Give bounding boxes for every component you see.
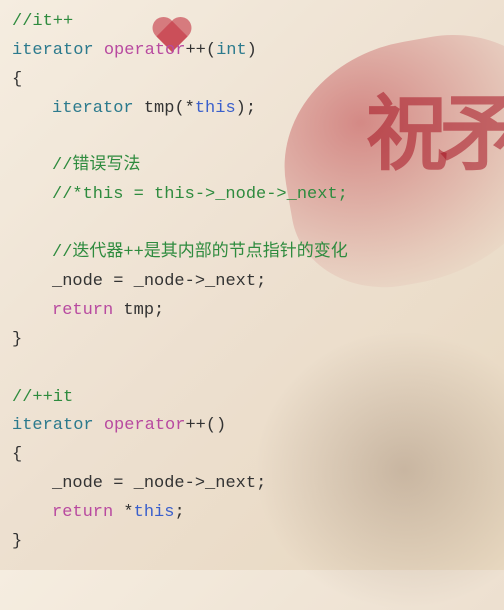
code-token: ; [154,301,164,320]
code-line[interactable]: //++it [12,384,492,413]
code-token: { [12,70,22,89]
code-token [94,416,104,435]
code-token: _node [134,272,185,291]
code-token: * [123,503,133,522]
code-token: = [113,474,123,493]
code-line[interactable]: //错误写法 [12,152,492,181]
code-token: ) [236,99,246,118]
code-token: return [52,301,113,320]
code-token: ) [247,41,257,60]
code-token [94,41,104,60]
code-token: -> [185,474,205,493]
code-line[interactable]: iterator operator++() [12,412,492,441]
code-line[interactable]: _node = _node->_next; [12,268,492,297]
code-token: int [216,41,247,60]
code-token: this [134,503,175,522]
code-token: //错误写法 [52,156,140,175]
code-token: //迭代器++是其内部的节点指针的变化 [52,243,348,262]
code-editor[interactable]: //it++iterator operator++(int){iterator … [12,8,492,557]
code-token: _node [134,474,185,493]
code-line[interactable]: return *this; [12,499,492,528]
code-line[interactable] [12,124,492,153]
code-token: () [206,416,226,435]
code-token: } [12,532,22,551]
code-token: //it++ [12,12,73,31]
code-token [113,503,123,522]
code-token: return [52,503,113,522]
code-token: ; [246,99,256,118]
code-token: iterator [12,41,94,60]
code-token: ; [256,272,266,291]
code-token: tmp [144,99,175,118]
code-token [103,474,113,493]
code-line[interactable]: //it++ [12,8,492,37]
code-line[interactable]: //*this = this->_node->_next; [12,181,492,210]
code-token: _next [205,272,256,291]
code-token: = [113,272,123,291]
code-token: ++ [185,41,205,60]
code-token: { [12,445,22,464]
code-token: ; [174,503,184,522]
code-line[interactable] [12,355,492,384]
code-line[interactable] [12,210,492,239]
code-token: ++ [185,416,205,435]
code-token [103,272,113,291]
code-line[interactable]: } [12,326,492,355]
code-token: iterator [12,416,94,435]
code-token: * [185,99,195,118]
code-token: -> [185,272,205,291]
code-line[interactable]: { [12,441,492,470]
code-line[interactable]: return tmp; [12,297,492,326]
code-token: //*this = this->_node->_next; [52,185,348,204]
code-line[interactable]: { [12,66,492,95]
code-token [123,474,133,493]
code-line[interactable]: _node = _node->_next; [12,470,492,499]
code-token [123,272,133,291]
code-token: ( [206,41,216,60]
code-line[interactable]: //迭代器++是其内部的节点指针的变化 [12,239,492,268]
code-token: _node [52,272,103,291]
code-line[interactable]: } [12,528,492,557]
code-token [134,99,144,118]
code-token: } [12,330,22,349]
code-token: iterator [52,99,134,118]
code-token: operator [104,41,186,60]
code-token: _node [52,474,103,493]
code-token: _next [205,474,256,493]
code-token [113,301,123,320]
code-token: tmp [123,301,154,320]
code-line[interactable]: iterator tmp(*this); [12,95,492,124]
code-line[interactable]: iterator operator++(int) [12,37,492,66]
code-token: this [195,99,236,118]
code-token: operator [104,416,186,435]
code-token: ( [174,99,184,118]
code-token: //++it [12,388,73,407]
code-token: ; [256,474,266,493]
